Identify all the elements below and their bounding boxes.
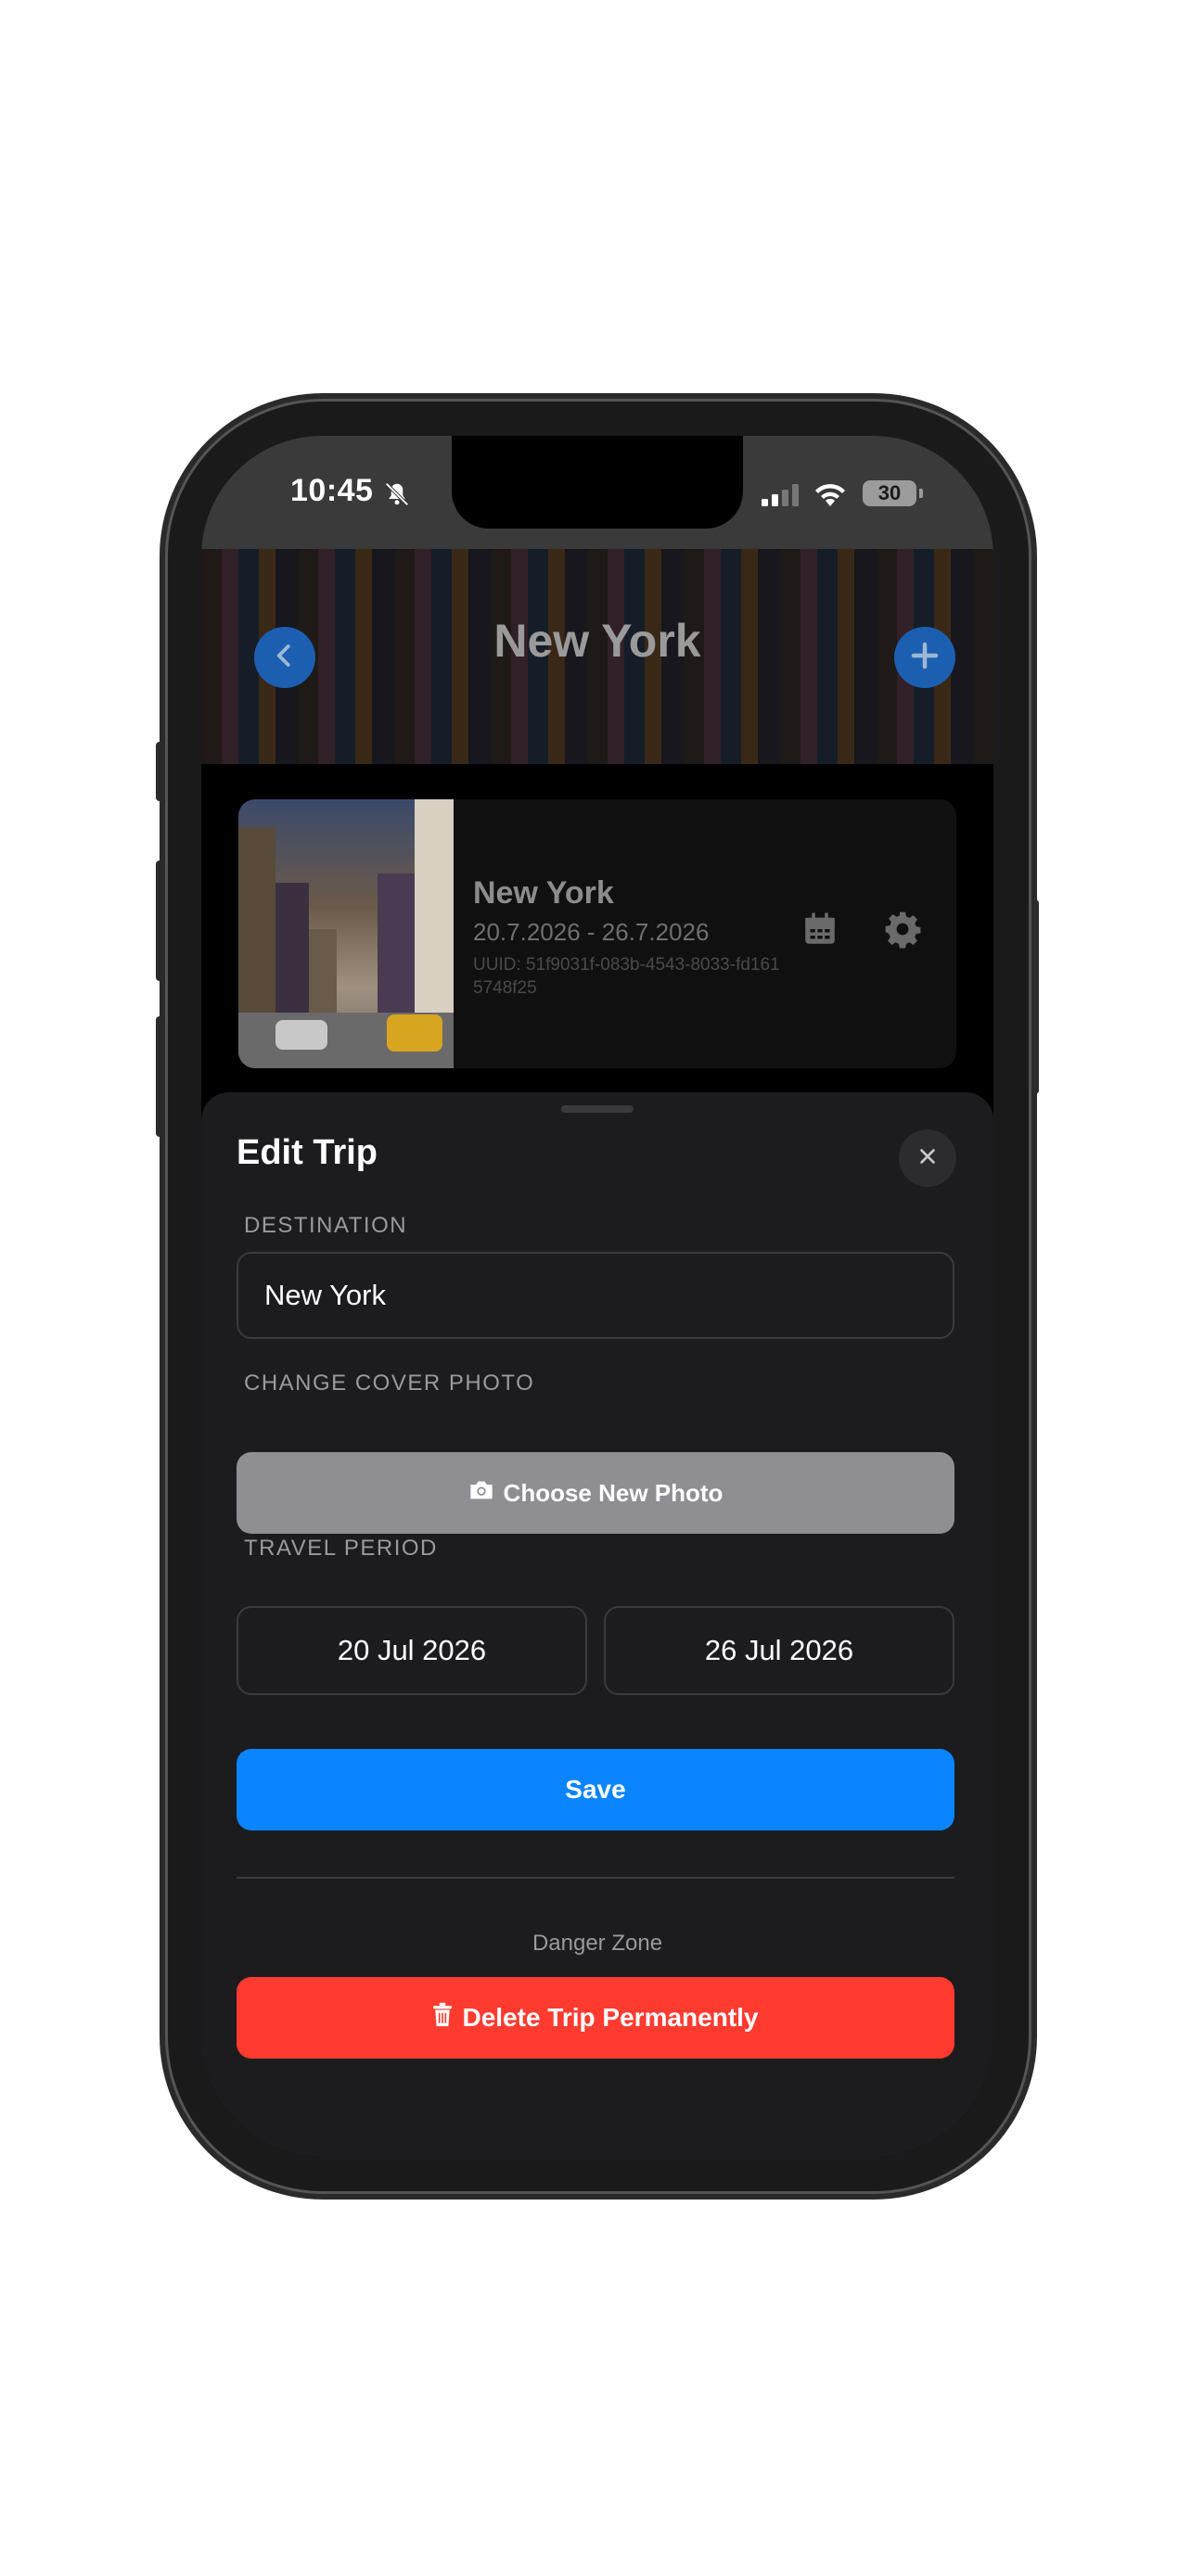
danger-zone-label: Danger Zone	[531, 1931, 663, 1956]
trip-name: New York	[473, 875, 614, 911]
camera-icon	[468, 1479, 494, 1508]
bell-slash-icon	[383, 480, 411, 513]
screen: 10:45 30 New York New York 20.7.2026 - 2…	[201, 436, 993, 2157]
choose-photo-button[interactable]: Choose New Photo	[237, 1452, 954, 1534]
battery-indicator: 30	[863, 480, 923, 506]
edit-trip-sheet: Edit Trip DESTINATION New York CHANGE CO…	[201, 1092, 993, 2157]
close-button[interactable]	[899, 1129, 956, 1187]
plus-icon	[908, 639, 941, 677]
page-title: New York	[493, 615, 701, 667]
trip-uuid: UUID: 51f9031f-083b-4543-8033-fd1615748f…	[473, 955, 780, 998]
trip-dates: 20.7.2026 - 26.7.2026	[473, 918, 710, 946]
gear-icon[interactable]	[882, 909, 923, 954]
destination-label: DESTINATION	[244, 1213, 408, 1238]
signal-icon	[762, 484, 802, 511]
end-date-picker[interactable]: 26 Jul 2026	[604, 1606, 954, 1695]
divider	[237, 1877, 954, 1879]
chevron-left-icon	[271, 642, 299, 674]
travel-period-label: TRAVEL PERIOD	[244, 1536, 438, 1561]
header-banner: New York	[201, 549, 993, 764]
power-button	[1031, 899, 1039, 1094]
choose-photo-label: Choose New Photo	[503, 1478, 724, 1507]
mute-switch	[156, 742, 163, 801]
trash-icon	[432, 2002, 453, 2034]
delete-trip-button[interactable]: Delete Trip Permanently	[237, 1977, 954, 2059]
add-button[interactable]	[894, 627, 955, 688]
cover-photo-label: CHANGE COVER PHOTO	[244, 1371, 535, 1396]
start-date-picker[interactable]: 20 Jul 2026	[237, 1606, 587, 1695]
destination-input[interactable]: New York	[237, 1252, 954, 1339]
volume-down-button	[156, 1016, 163, 1137]
trip-cover-image	[238, 799, 454, 1068]
volume-up-button	[156, 861, 163, 981]
sheet-grabber[interactable]	[561, 1105, 634, 1113]
trip-card[interactable]: New York 20.7.2026 - 26.7.2026 UUID: 51f…	[238, 799, 956, 1068]
dynamic-island	[487, 491, 710, 529]
close-icon	[917, 1146, 938, 1171]
wifi-icon	[813, 480, 848, 513]
status-bar: 10:45 30	[201, 436, 993, 549]
calendar-icon[interactable]	[800, 909, 839, 954]
sheet-title: Edit Trip	[237, 1133, 378, 1172]
save-button[interactable]: Save	[237, 1749, 954, 1830]
back-button[interactable]	[254, 627, 315, 688]
delete-trip-label: Delete Trip Permanently	[462, 2003, 759, 2032]
status-time: 10:45	[290, 473, 374, 508]
